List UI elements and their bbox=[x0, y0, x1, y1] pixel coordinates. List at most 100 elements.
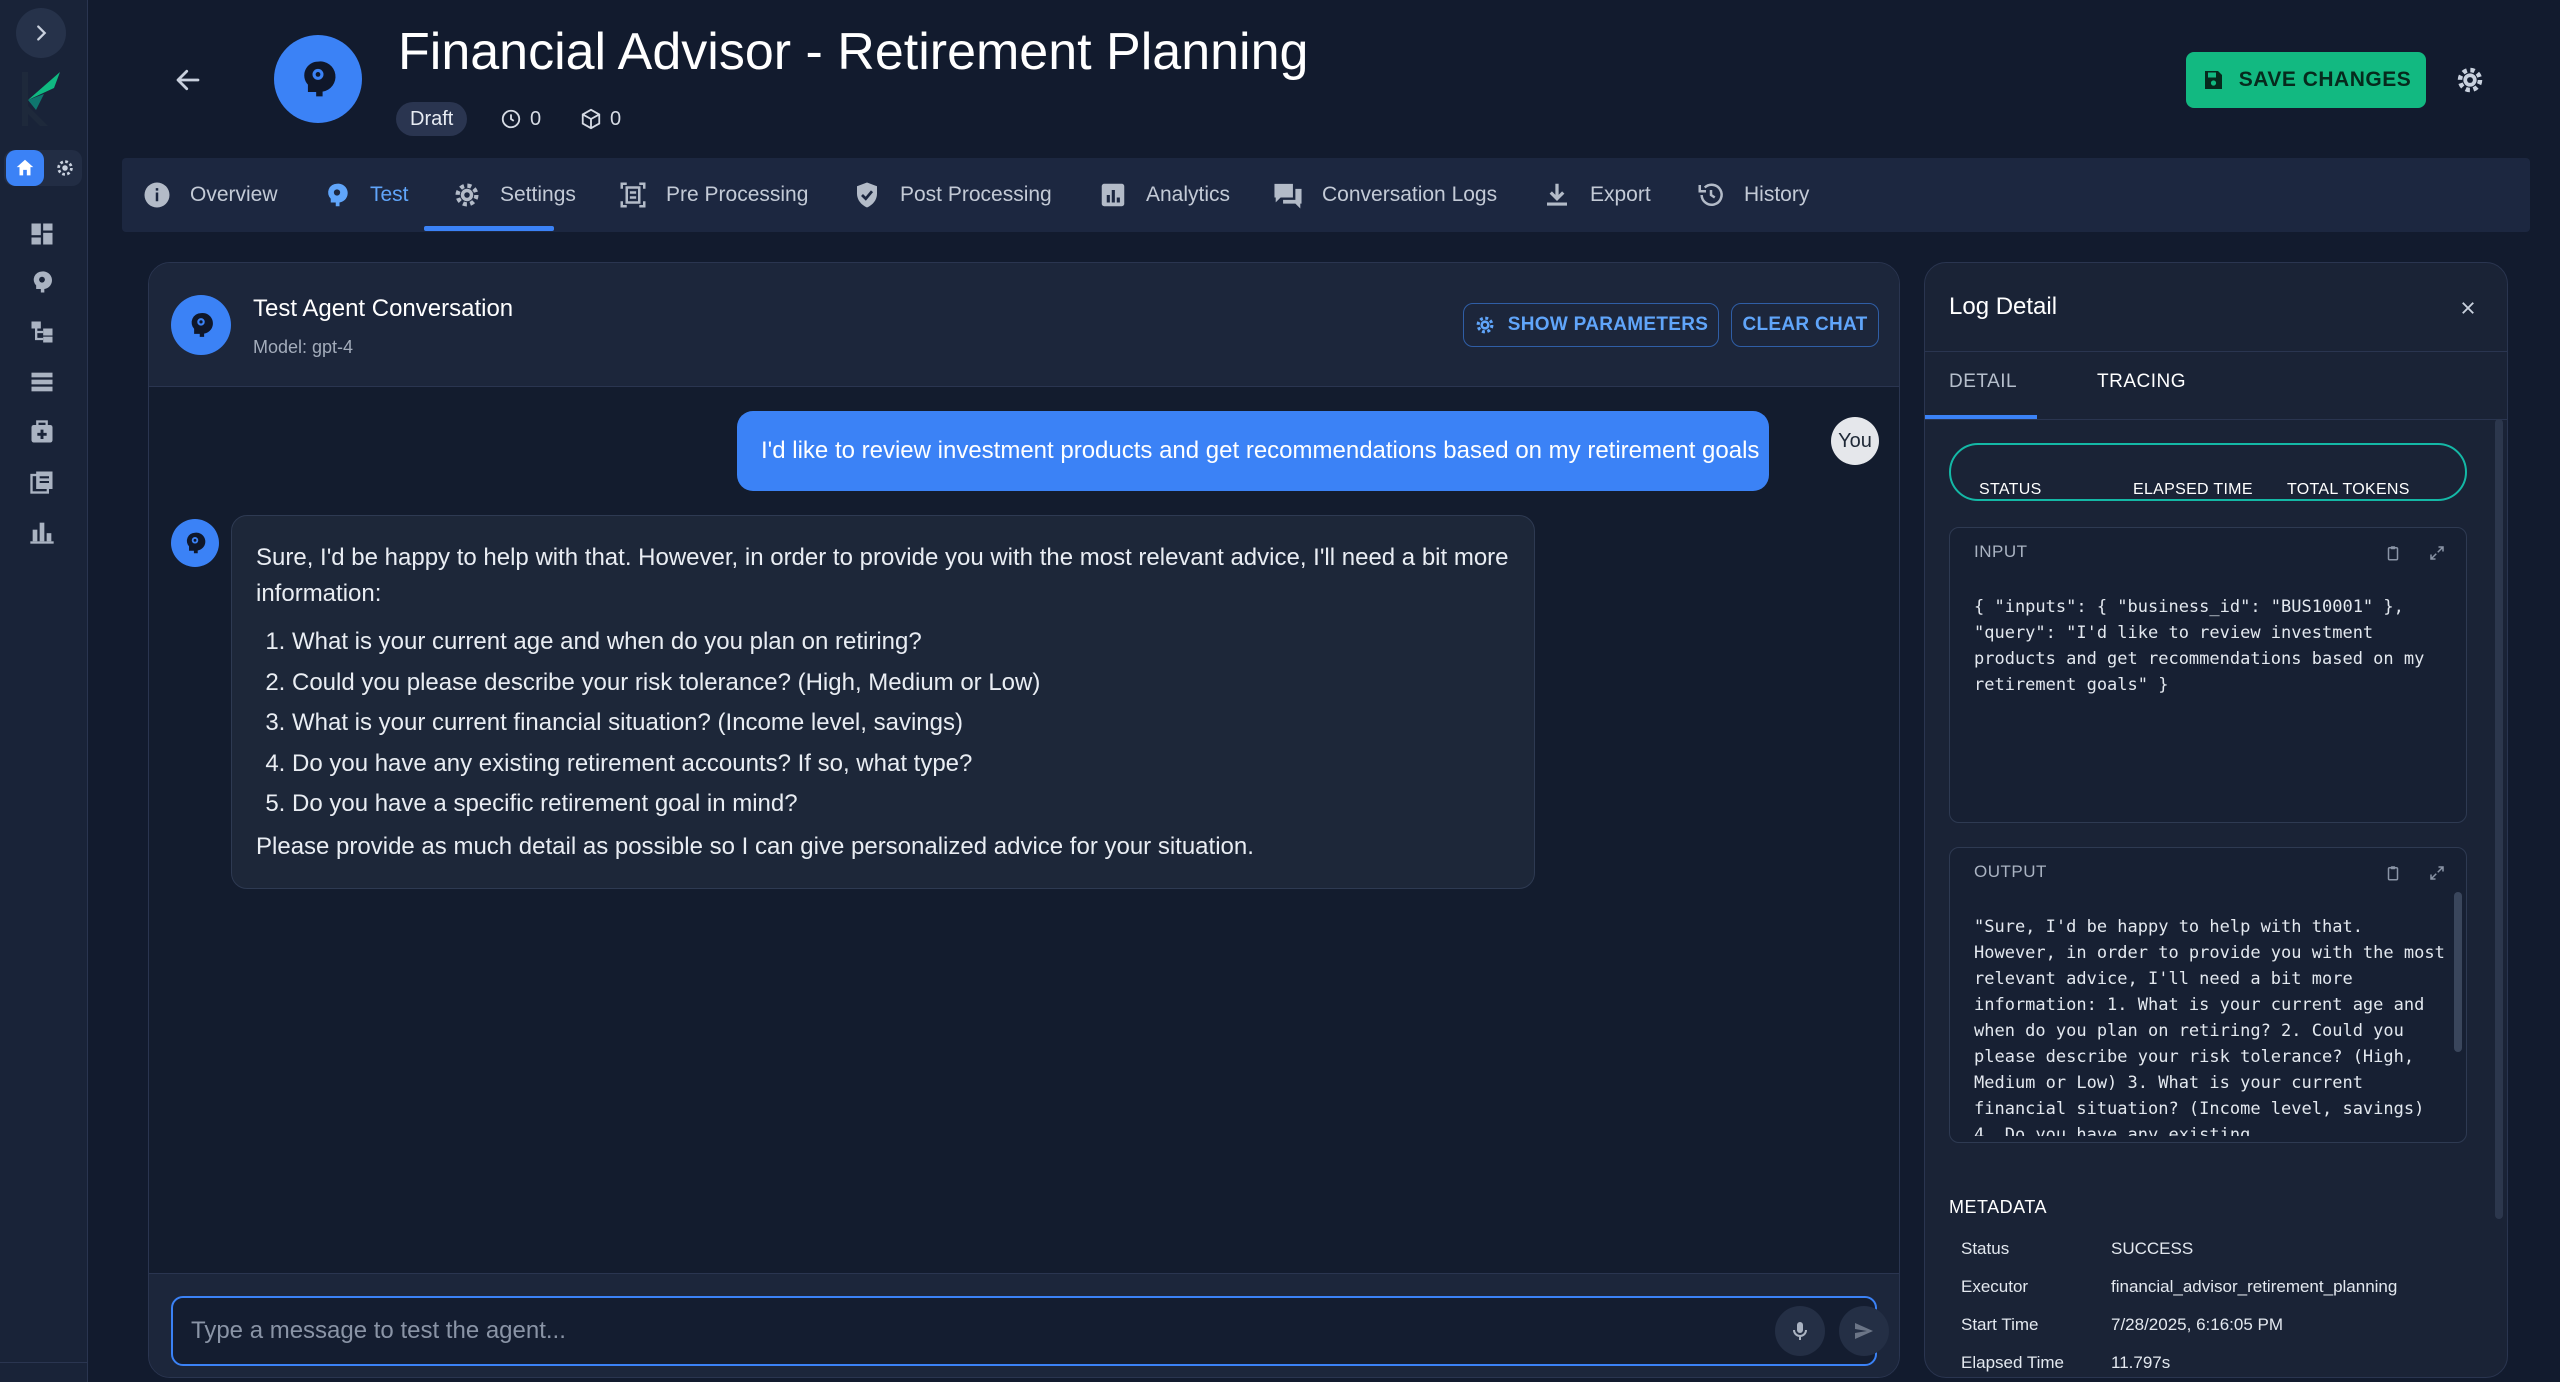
metadata-value: 11.797s bbox=[2111, 1353, 2171, 1372]
nav-workflows[interactable] bbox=[22, 312, 62, 352]
save-changes-button[interactable]: SAVE CHANGES bbox=[2186, 52, 2426, 108]
library-icon bbox=[30, 471, 53, 494]
rail-divider bbox=[0, 1362, 88, 1363]
cube-icon bbox=[581, 108, 601, 130]
microphone-button[interactable] bbox=[1775, 1306, 1825, 1356]
message-input[interactable] bbox=[171, 1296, 1877, 1366]
tab-pre-processing[interactable]: Pre Processing bbox=[618, 158, 808, 232]
tab-settings[interactable]: Settings bbox=[452, 158, 576, 232]
tab-detail[interactable]: DETAIL bbox=[1949, 371, 2017, 393]
bot-message-intro: Sure, I'd be happy to help with that. Ho… bbox=[256, 544, 1509, 607]
tab-test[interactable]: Test bbox=[322, 158, 409, 232]
copy-icon bbox=[2387, 546, 2399, 561]
brain-icon bbox=[186, 532, 206, 554]
runs-count-value: 0 bbox=[530, 107, 542, 130]
summary-card: STATUS ELAPSED TIME TOTAL TOKENS bbox=[1949, 443, 2467, 501]
brain-icon bbox=[328, 183, 348, 207]
metadata-value: SUCCESS bbox=[2111, 1239, 2194, 1258]
expand-input-button[interactable] bbox=[2424, 540, 2450, 566]
tab-export[interactable]: Export bbox=[1542, 158, 1651, 232]
admin-settings-button[interactable] bbox=[48, 150, 82, 186]
metadata-value: 7/28/2025, 6:16:05 PM bbox=[2111, 1315, 2284, 1334]
brain-icon bbox=[191, 313, 213, 337]
metadata-key: Executor bbox=[1961, 1277, 2029, 1296]
chat-panel: Test Agent Conversation Model: gpt-4 SHO… bbox=[148, 262, 1900, 1378]
gear-icon bbox=[57, 160, 73, 176]
nav-lists[interactable] bbox=[22, 362, 62, 402]
metadata-key: Status bbox=[1961, 1239, 2010, 1258]
show-parameters-label: SHOW PARAMETERS bbox=[1507, 314, 1709, 335]
tab-label: Settings bbox=[500, 183, 576, 206]
chat-title: Test Agent Conversation bbox=[253, 295, 514, 322]
chevron-right-icon bbox=[37, 25, 47, 41]
output-label: OUTPUT bbox=[1974, 862, 2047, 881]
gear-icon bbox=[1476, 316, 1494, 334]
clear-chat-label: CLEAR CHAT bbox=[1742, 314, 1868, 335]
send-button[interactable] bbox=[1839, 1306, 1889, 1356]
nav-agents[interactable] bbox=[22, 262, 62, 302]
list-item: What is your current age and when do you… bbox=[292, 622, 1510, 663]
chat-agent-avatar bbox=[171, 295, 231, 355]
tab-label: Pre Processing bbox=[666, 183, 809, 206]
versions-count: 0 bbox=[580, 104, 621, 134]
summary-tokens-label: TOTAL TOKENS bbox=[2287, 481, 2410, 498]
tab-history[interactable]: History bbox=[1696, 158, 1809, 232]
list-item: Do you have any existing retirement acco… bbox=[292, 744, 1510, 785]
copy-output-button[interactable] bbox=[2380, 860, 2406, 886]
tab-label: Conversation Logs bbox=[1322, 183, 1498, 206]
expand-sidebar-button[interactable] bbox=[16, 8, 66, 58]
shield-check-icon bbox=[857, 182, 877, 208]
list-item: Could you please describe your risk tole… bbox=[292, 663, 1510, 704]
output-scrollbar[interactable] bbox=[2454, 892, 2462, 1052]
output-text: "Sure, I'd be happy to help with that. H… bbox=[1974, 917, 2445, 1136]
brain-icon bbox=[304, 61, 336, 97]
microphone-icon bbox=[1793, 1322, 1807, 1340]
list-icon bbox=[31, 372, 53, 392]
gear-icon bbox=[455, 183, 479, 207]
show-parameters-button[interactable]: SHOW PARAMETERS bbox=[1463, 303, 1719, 347]
save-icon bbox=[2204, 71, 2222, 89]
divider bbox=[1925, 351, 2507, 352]
bot-avatar bbox=[171, 519, 219, 567]
nav-integrations[interactable] bbox=[22, 412, 62, 452]
output-card: OUTPUT "Sure, I'd be happy to help with … bbox=[1949, 847, 2467, 1143]
bot-message-outro: Please provide as much detail as possibl… bbox=[256, 832, 1254, 860]
nav-reports[interactable] bbox=[22, 512, 62, 552]
status-badge: Draft bbox=[396, 102, 468, 136]
tab-conversation-logs[interactable]: Conversation Logs bbox=[1272, 158, 1497, 232]
metadata-key: Elapsed Time bbox=[1961, 1353, 2064, 1372]
tab-label: Post Processing bbox=[900, 183, 1052, 206]
chat-header: Test Agent Conversation Model: gpt-4 SHO… bbox=[149, 263, 1899, 387]
versions-count-value: 0 bbox=[610, 107, 622, 130]
metadata-value: financial_advisor_retirement_planning bbox=[2111, 1277, 2398, 1296]
mode-switch bbox=[4, 150, 82, 186]
clock-icon bbox=[501, 109, 521, 129]
chat-model: Model: gpt-4 bbox=[253, 337, 354, 357]
close-log-button[interactable] bbox=[2453, 293, 2483, 323]
clear-chat-button[interactable]: CLEAR CHAT bbox=[1731, 303, 1879, 347]
back-button[interactable] bbox=[168, 60, 208, 100]
tab-label: Test bbox=[370, 183, 409, 206]
nav-dashboard[interactable] bbox=[22, 214, 62, 254]
divider bbox=[1925, 419, 2507, 420]
toolbox-icon bbox=[31, 420, 53, 443]
bot-message: Sure, I'd be happy to help with that. Ho… bbox=[231, 515, 1535, 889]
log-scrollbar[interactable] bbox=[2495, 419, 2503, 1219]
tab-overview[interactable]: Overview bbox=[142, 158, 278, 232]
tab-post-processing[interactable]: Post Processing bbox=[852, 158, 1052, 232]
message-list: I'd like to review investment products a… bbox=[149, 387, 1899, 1273]
agent-settings-button[interactable] bbox=[2448, 58, 2492, 102]
nav-library[interactable] bbox=[22, 462, 62, 502]
hierarchy-icon bbox=[31, 321, 53, 343]
input-card: INPUT { "inputs": { "business_id": "BUS1… bbox=[1949, 527, 2467, 823]
tab-label: Analytics bbox=[1146, 183, 1231, 206]
copy-input-button[interactable] bbox=[2380, 540, 2406, 566]
expand-output-button[interactable] bbox=[2424, 860, 2450, 886]
home-button[interactable] bbox=[6, 150, 44, 186]
tab-tracing[interactable]: TRACING bbox=[2097, 371, 2186, 393]
close-icon bbox=[2462, 302, 2474, 314]
send-icon bbox=[1855, 1323, 1873, 1339]
user-avatar: You bbox=[1831, 417, 1879, 465]
gear-icon bbox=[2457, 67, 2483, 93]
tab-analytics[interactable]: Analytics bbox=[1098, 158, 1230, 232]
